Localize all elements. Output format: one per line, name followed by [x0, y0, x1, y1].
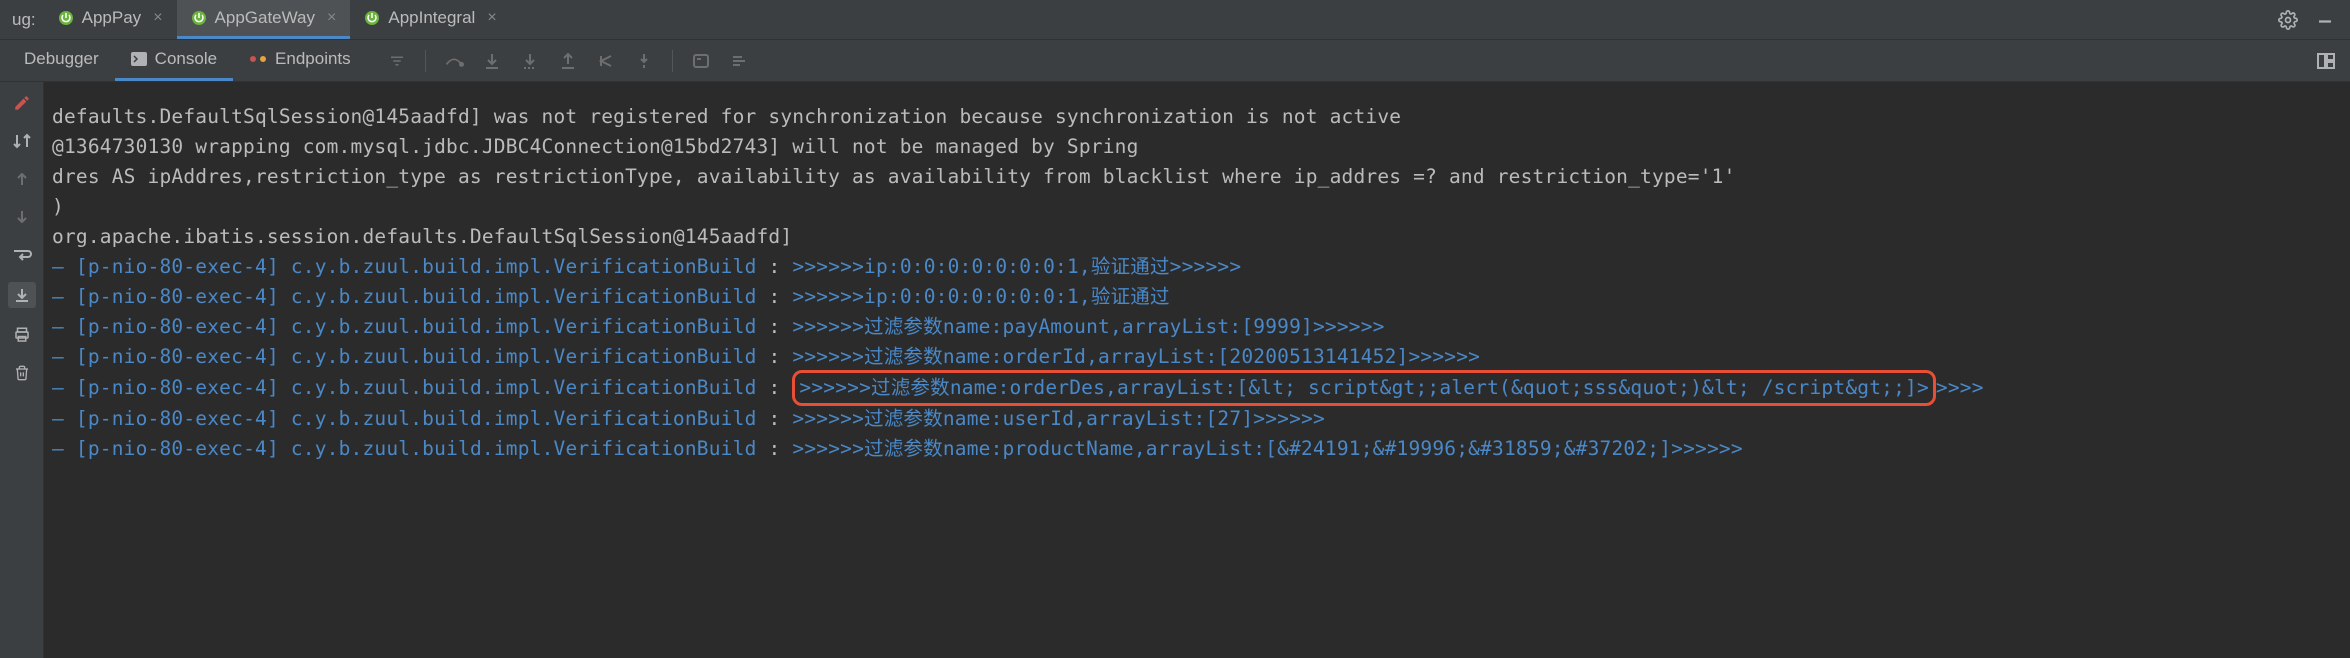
console-log-line: — [p-nio-80-exec-4] c.y.b.zuul.build.imp… [52, 342, 2342, 372]
run-tab-appintegral[interactable]: AppIntegral × [350, 0, 510, 39]
run-config-bar: ug: AppPay × AppGateWay × AppIntegral × [0, 0, 2350, 40]
soft-wrap-icon[interactable] [11, 244, 33, 266]
console-output[interactable]: defaults.DefaultSqlSession@145aadfd] was… [44, 82, 2350, 658]
left-gutter [0, 82, 44, 658]
console-log-line: — [p-nio-80-exec-4] c.y.b.zuul.build.imp… [52, 252, 2342, 282]
console-icon [131, 52, 147, 66]
console-log-line: — [p-nio-80-exec-4] c.y.b.zuul.build.imp… [52, 404, 2342, 434]
step-out-icon[interactable] [558, 51, 578, 71]
spring-boot-icon [364, 10, 380, 26]
endpoints-icon [249, 52, 267, 66]
run-tab-label: AppGateWay [215, 8, 315, 28]
spring-boot-icon [58, 10, 74, 26]
drop-frame-icon[interactable] [596, 51, 616, 71]
console-line: @1364730130 wrapping com.mysql.jdbc.JDBC… [52, 132, 2342, 162]
print-icon[interactable] [11, 324, 33, 346]
close-icon[interactable]: × [327, 9, 336, 27]
subtab-label: Debugger [24, 49, 99, 69]
highlighted-log: >>>>>>过滤参数name:orderDes,arrayList:[&lt; … [792, 370, 1936, 406]
console-log-line: — [p-nio-80-exec-4] c.y.b.zuul.build.imp… [52, 434, 2342, 464]
close-icon[interactable]: × [153, 9, 162, 27]
console-line: dres AS ipAddres,restriction_type as res… [52, 162, 2342, 192]
edit-icon[interactable] [11, 92, 33, 114]
trash-icon[interactable] [11, 362, 33, 384]
step-into-icon[interactable] [482, 51, 502, 71]
console-log-line: — [p-nio-80-exec-4] c.y.b.zuul.build.imp… [52, 312, 2342, 342]
spring-boot-icon [191, 10, 207, 26]
run-tab-label: AppPay [82, 8, 142, 28]
evaluate-icon[interactable] [691, 51, 711, 71]
up-arrow-icon[interactable] [11, 168, 33, 190]
filter-icon[interactable] [387, 51, 407, 71]
subtab-console[interactable]: Console [115, 40, 233, 81]
console-log-line: — [p-nio-80-exec-4] c.y.b.zuul.build.imp… [52, 282, 2342, 312]
debug-toolbar: Debugger Console Endpoints [0, 40, 2350, 82]
force-step-into-icon[interactable] [520, 51, 540, 71]
subtab-label: Console [155, 49, 217, 69]
gear-icon[interactable] [2278, 10, 2298, 30]
down-arrow-icon[interactable] [11, 206, 33, 228]
toolbar-right [2316, 52, 2350, 70]
sort-icon[interactable] [11, 130, 33, 152]
step-over-icon[interactable] [444, 51, 464, 71]
console-line: org.apache.ibatis.session.defaults.Defau… [52, 222, 2342, 252]
console-line: ) [52, 192, 2342, 222]
run-tabs: AppPay × AppGateWay × AppIntegral × [44, 0, 511, 39]
run-to-cursor-icon[interactable] [634, 51, 654, 71]
run-tab-appgateway[interactable]: AppGateWay × [177, 0, 351, 39]
console-line: defaults.DefaultSqlSession@145aadfd] was… [52, 102, 2342, 132]
scroll-to-end-icon[interactable] [8, 282, 36, 308]
main-area: defaults.DefaultSqlSession@145aadfd] was… [0, 82, 2350, 658]
trace-icon[interactable] [729, 51, 749, 71]
run-tab-label: AppIntegral [388, 8, 475, 28]
subtab-debugger[interactable]: Debugger [8, 40, 115, 81]
minimize-icon[interactable] [2316, 11, 2334, 29]
layout-settings-icon[interactable] [2316, 52, 2336, 70]
console-log-line: — [p-nio-80-exec-4] c.y.b.zuul.build.imp… [52, 372, 2342, 404]
subtab-label: Endpoints [275, 49, 351, 69]
toolbar-icons [367, 50, 749, 72]
close-icon[interactable]: × [487, 9, 496, 27]
run-tab-apppay[interactable]: AppPay × [44, 0, 177, 39]
top-bar-right [2278, 10, 2350, 30]
subtab-endpoints[interactable]: Endpoints [233, 40, 367, 81]
debug-label: ug: [0, 10, 44, 30]
